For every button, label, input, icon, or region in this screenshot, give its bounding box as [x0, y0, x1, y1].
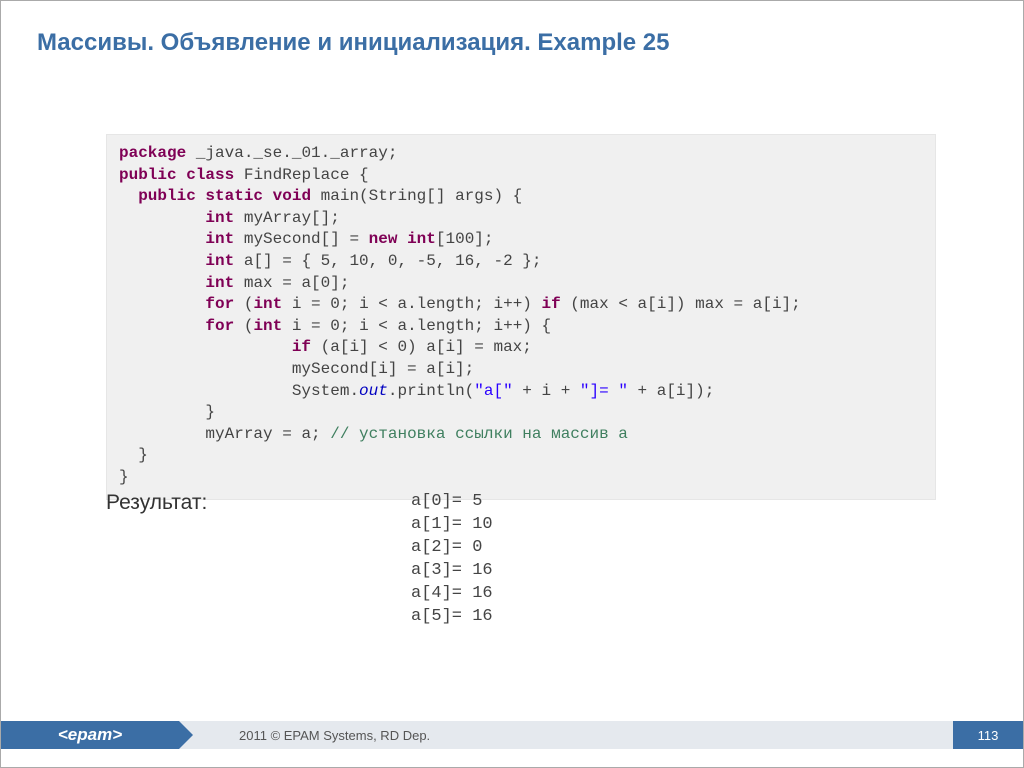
code-text: }: [138, 446, 148, 464]
code-text: i = 0; i < a.length; i++) {: [282, 317, 551, 335]
code-text: }: [205, 403, 215, 421]
code-text: + a[i]);: [628, 382, 714, 400]
code-text: mySecond[] =: [234, 230, 368, 248]
code-text: myArray = a;: [205, 425, 330, 443]
code-text: mySecond[i] = a[i];: [292, 360, 474, 378]
code-text: .println(: [388, 382, 474, 400]
field-out: out: [359, 382, 388, 400]
code-text: main(String[] args) {: [311, 187, 522, 205]
footer-logo: <epam>: [1, 721, 179, 749]
code-text: (: [234, 317, 253, 335]
kw-void: void: [273, 187, 311, 205]
code-text: max = a[0];: [234, 274, 349, 292]
output-block: a[0]= 5 a[1]= 10 a[2]= 0 a[3]= 16 a[4]= …: [411, 491, 493, 629]
kw-int: int: [205, 230, 234, 248]
slide: Массивы. Объявление и инициализация. Exa…: [0, 0, 1024, 768]
code-text: myArray[];: [234, 209, 340, 227]
footer-bar: <epam> 2011 © EPAM Systems, RD Dep. 113: [1, 721, 1023, 749]
code-text: a[] = { 5, 10, 0, -5, 16, -2 };: [234, 252, 541, 270]
kw-int: int: [407, 230, 436, 248]
kw-int: int: [253, 317, 282, 335]
kw-if: if: [292, 338, 311, 356]
code-text: (a[i] < 0) a[i] = max;: [311, 338, 532, 356]
kw-static: static: [205, 187, 263, 205]
code-text: System.: [292, 382, 359, 400]
code-text: (: [234, 295, 253, 313]
slide-title: Массивы. Объявление и инициализация. Exa…: [37, 29, 670, 57]
kw-for: for: [205, 317, 234, 335]
kw-package: package: [119, 144, 186, 162]
footer-copyright: 2011 © EPAM Systems, RD Dep.: [179, 721, 953, 749]
string-literal: "]= ": [580, 382, 628, 400]
kw-new: new: [369, 230, 398, 248]
code-text: (max < a[i]) max = a[i];: [561, 295, 801, 313]
kw-int: int: [205, 209, 234, 227]
code-text: }: [119, 468, 129, 486]
comment: // установка ссылки на массив a: [330, 425, 628, 443]
code-block: package _java._se._01._array; public cla…: [106, 134, 936, 500]
kw-class: class: [186, 166, 234, 184]
code-text: _java._se._01._array;: [186, 144, 397, 162]
kw-public: public: [138, 187, 196, 205]
kw-int: int: [205, 274, 234, 292]
code-text: [100];: [436, 230, 494, 248]
string-literal: "a[": [474, 382, 512, 400]
code-text: FindReplace {: [234, 166, 368, 184]
code-text: i = 0; i < a.length; i++): [282, 295, 541, 313]
kw-int: int: [253, 295, 282, 313]
kw-public: public: [119, 166, 177, 184]
kw-if: if: [542, 295, 561, 313]
kw-int: int: [205, 252, 234, 270]
code-text: + i +: [513, 382, 580, 400]
footer-page-number: 113: [953, 721, 1023, 749]
result-label: Результат:: [106, 491, 207, 515]
kw-for: for: [205, 295, 234, 313]
